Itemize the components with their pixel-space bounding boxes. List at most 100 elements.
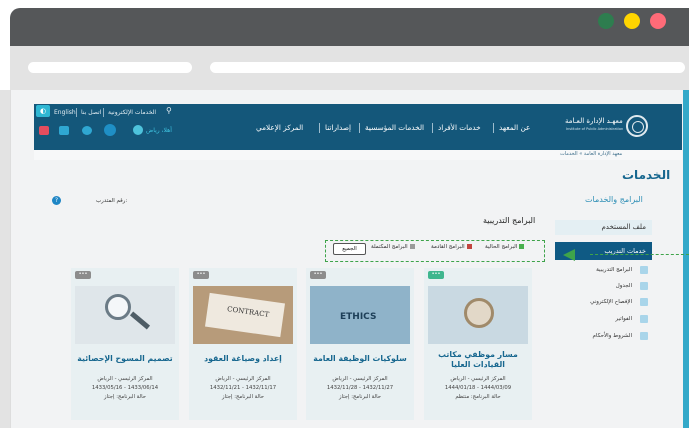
card-location: المركز الرئيسي - الرياض <box>332 376 388 382</box>
seal-icon <box>464 298 494 328</box>
callout-arrow-line <box>590 254 689 255</box>
card-dates: 1432/11/21 - 1432/11/17 <box>209 385 277 391</box>
nav-separator <box>359 123 360 133</box>
nav-corporate-services[interactable]: الخدمات المؤسسية <box>365 123 424 132</box>
language-toggle-icon[interactable]: ◐ <box>36 105 50 117</box>
info-icon[interactable]: ? <box>52 196 61 205</box>
card-dates: 1433/05/16 - 1433/06/14 <box>91 385 159 391</box>
header-separator <box>103 108 104 117</box>
nav-individual-services[interactable]: خدمات الأفراد <box>438 123 481 132</box>
calendar-icon <box>640 282 648 290</box>
search-icon[interactable]: ⚲ <box>166 106 172 115</box>
filter-upcoming[interactable]: البرامج القادمة <box>431 244 472 250</box>
sidebar-item-training-programs[interactable]: البرامج التدريبية <box>560 264 652 276</box>
card-image <box>428 286 528 344</box>
filter-label: البرامج القادمة <box>431 244 465 250</box>
callout-arrow-icon <box>563 249 575 261</box>
document-icon <box>640 298 648 306</box>
institute-logo-icon[interactable] <box>626 115 648 137</box>
window-close-button[interactable] <box>650 13 666 29</box>
card-image <box>75 286 175 344</box>
card-title: إعداد وصياغة العقود <box>204 354 282 363</box>
avatar[interactable] <box>133 125 143 135</box>
card-dates: 1432/11/28 - 1432/11/27 <box>326 385 394 391</box>
browser-address-bar[interactable] <box>210 62 685 73</box>
magnifier-handle <box>129 311 151 330</box>
browser-side-bar <box>0 90 10 428</box>
card-status: حالة البرنامج: إجتاز <box>104 394 146 400</box>
legend-square-icon <box>519 244 525 249</box>
legend-square-icon <box>409 244 415 249</box>
program-card[interactable]: ••• ETHICS سلوكيات الوظيفة العامة المركز… <box>306 268 414 420</box>
browser-tab-field[interactable] <box>28 62 192 73</box>
logout-icon[interactable] <box>39 126 49 135</box>
notifications-icon[interactable] <box>82 126 92 135</box>
legend-square-icon <box>466 244 472 249</box>
filter-completed[interactable]: البرامج المكتملة <box>371 244 415 250</box>
breadcrumb[interactable]: معهد الإدارة العامة » الخدمات <box>560 151 622 157</box>
filter-current[interactable]: البرامج الحالية <box>485 244 525 250</box>
welcome-user[interactable]: أهلا، رياض <box>146 127 172 134</box>
programs-icon <box>640 266 648 274</box>
card-image: ETHICS <box>310 286 410 344</box>
nav-separator <box>319 123 320 133</box>
language-link[interactable]: English <box>54 109 76 116</box>
card-title: سلوكيات الوظيفة العامة <box>313 354 407 363</box>
terms-icon <box>640 332 648 340</box>
filter-all-button[interactable]: الجميع <box>333 243 366 255</box>
logo-text-english: Institute of Public Administration <box>566 127 624 131</box>
invoice-icon <box>640 315 648 323</box>
program-card[interactable]: ••• مسار موظفي مكاتب القيادات العليا الم… <box>424 268 532 420</box>
card-title: مسار موظفي مكاتب القيادات العليا <box>438 350 518 369</box>
sidebar-header[interactable]: ملف المستخدم <box>555 220 652 235</box>
magnifier-icon <box>105 294 131 320</box>
card-menu-button[interactable]: ••• <box>75 271 91 279</box>
card-status: حالة البرنامج: إجتاز <box>339 394 381 400</box>
programs-title: البرامج التدريبية <box>483 216 536 225</box>
sidebar-item-label: الشروط والأحكام <box>592 333 632 339</box>
nav-media-center[interactable]: المركز الإعلامي <box>256 123 303 132</box>
site-header: ◐ English اتصل بنا الخدمات الإلكترونية ⚲… <box>34 104 682 150</box>
card-image: CONTRACT <box>193 286 293 344</box>
window-minimize-button[interactable] <box>624 13 640 29</box>
card-location: المركز الرئيسي - الرياض <box>450 376 506 382</box>
filter-label: البرامج الحالية <box>485 244 518 250</box>
sidebar-item-label: البرامج التدريبية <box>596 267 632 273</box>
program-card[interactable]: ••• تصميم المسوح الإحصائية المركز الرئيس… <box>71 268 179 420</box>
card-status: حالة البرنامج: منتظم <box>455 394 501 400</box>
card-location: المركز الرئيسي - الرياض <box>97 376 153 382</box>
sidebar-item-invoices[interactable]: الفواتير <box>560 313 652 325</box>
section-title: البرامج والخدمات <box>585 195 643 204</box>
card-location: المركز الرئيسي - الرياض <box>215 376 271 382</box>
eservices-link[interactable]: الخدمات الإلكترونية <box>108 109 156 116</box>
messages-icon[interactable] <box>104 124 116 136</box>
trainee-number-label: رقم المتدرب: <box>96 198 128 204</box>
header-separator <box>76 108 77 117</box>
page-edge-strip <box>683 90 689 428</box>
contact-link[interactable]: اتصل بنا <box>81 109 101 116</box>
window-maximize-button[interactable] <box>598 13 614 29</box>
program-card[interactable]: ••• CONTRACT إعداد وصياغة العقود المركز … <box>189 268 297 420</box>
sidebar-item-disclosure[interactable]: الإفصاح الإلكتروني <box>560 296 652 308</box>
nav-about[interactable]: عن المعهد <box>499 123 530 132</box>
card-menu-button[interactable]: ••• <box>428 271 444 279</box>
logo-text-arabic: معهـد الإدارة العـامة <box>565 117 623 125</box>
card-title: تصميم المسوح الإحصائية <box>77 354 173 363</box>
page-title: الخدمات <box>622 168 671 182</box>
cart-icon[interactable] <box>59 126 69 135</box>
nav-separator <box>432 123 433 133</box>
card-dates: 1444/01/18 - 1444/03/09 <box>444 385 512 391</box>
card-menu-button[interactable]: ••• <box>193 271 209 279</box>
nav-publications[interactable]: إصداراتنا <box>325 123 351 132</box>
filter-label: البرامج المكتملة <box>371 244 408 250</box>
sidebar-item-label: الإفصاح الإلكتروني <box>590 299 632 305</box>
card-menu-button[interactable]: ••• <box>310 271 326 279</box>
card-image-caption: ETHICS <box>340 312 377 322</box>
sidebar-item-terms[interactable]: الشروط والأحكام <box>560 330 652 342</box>
card-status: حالة البرنامج: إجتاز <box>222 394 264 400</box>
sidebar-item-schedule[interactable]: الجدول <box>560 280 652 292</box>
sidebar-item-label: الفواتير <box>615 316 632 322</box>
sidebar-item-label: الجدول <box>615 283 632 289</box>
browser-title-bar <box>10 8 689 46</box>
nav-separator <box>493 123 494 133</box>
